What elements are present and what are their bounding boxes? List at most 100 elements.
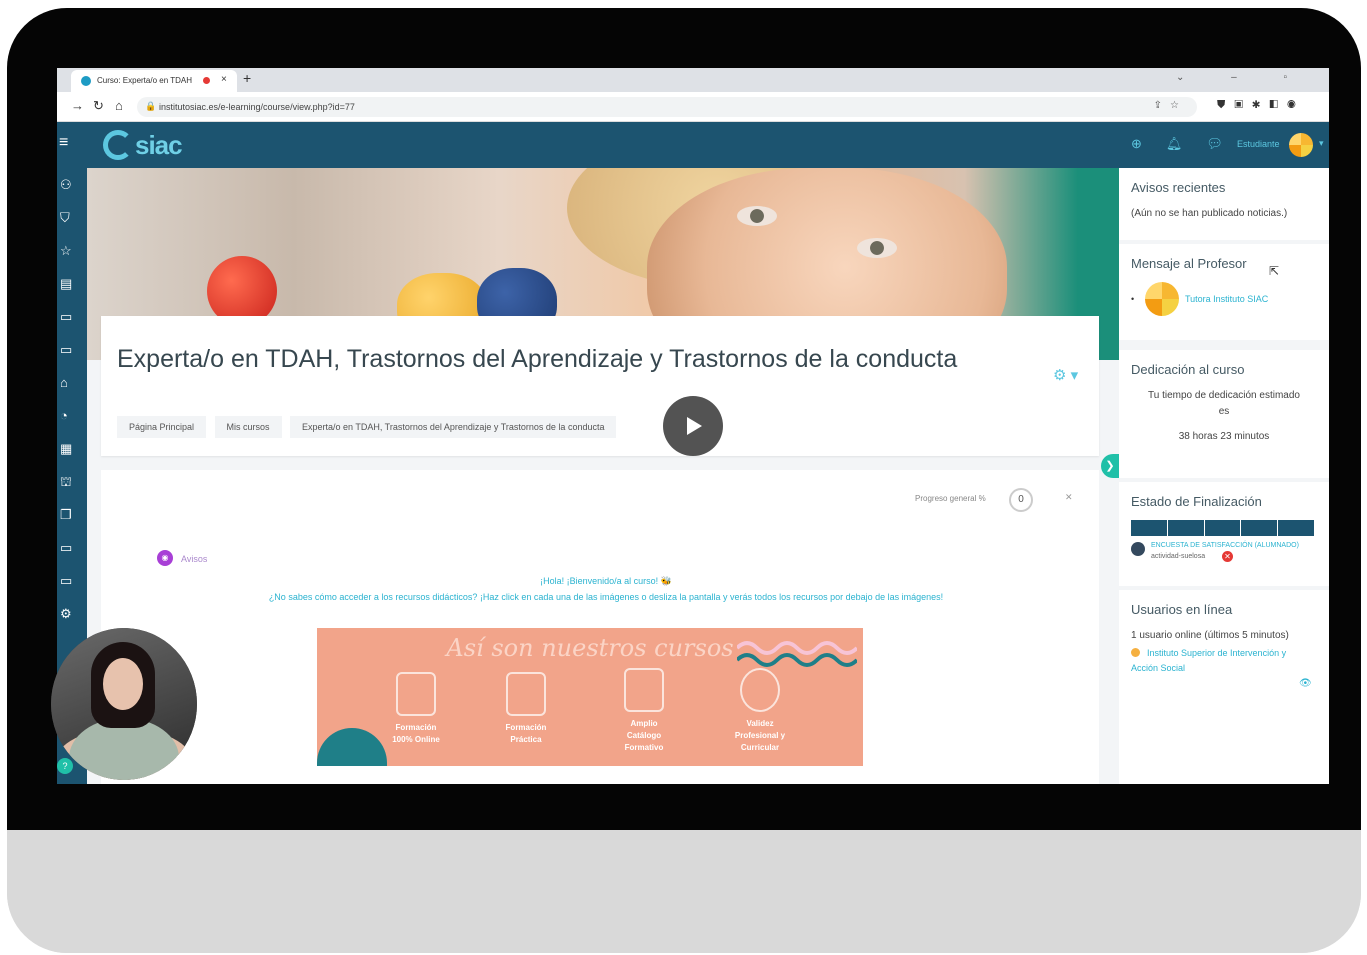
feature-label: Validez Profesional y Curricular xyxy=(734,719,786,752)
navbar-icons[interactable]: ⊕🔔︎💬︎ xyxy=(1131,136,1247,152)
completion-segment xyxy=(1205,520,1242,536)
extensions-icons[interactable]: ⛊▣✱◧◉ xyxy=(1217,99,1305,112)
browser-tab[interactable]: Curso: Experta/o en TDAH × xyxy=(71,70,237,92)
block-message-teacher: Mensaje al Profesor ⇱ • Tutora Instituto… xyxy=(1119,244,1329,340)
feature-online[interactable]: Formación 100% Online xyxy=(361,672,471,746)
browser-tab-strip: Curso: Experta/o en TDAH × + ⌄ – ▫ xyxy=(57,68,1329,92)
survey-icon xyxy=(1131,542,1145,556)
logo-mark-icon xyxy=(103,130,133,160)
list-bullet: • xyxy=(1131,294,1135,304)
catalog-icon xyxy=(624,668,664,712)
dedication-time: 38 horas 23 minutos xyxy=(1178,431,1270,442)
laptop-icon xyxy=(396,672,436,716)
breadcrumb-home[interactable]: Página Principal xyxy=(117,416,207,438)
home-icon[interactable]: ⌂ xyxy=(57,366,87,399)
monitor-frame: Curso: Experta/o en TDAH × + ⌄ – ▫ → ↻ ⌂… xyxy=(7,8,1361,953)
breadcrumb-current-course[interactable]: Experta/o en TDAH, Trastornos del Aprend… xyxy=(289,416,617,438)
favicon-icon xyxy=(81,76,91,86)
completion-caption[interactable]: ENCUESTA DE SATISFACCIÓN (ALUMNADO) xyxy=(1151,542,1299,549)
feature-label: Formación 100% Online xyxy=(392,723,440,744)
address-bar[interactable]: 🔒 institutosiac.es/e-learning/course/vie… xyxy=(137,97,1197,117)
course-features-banner[interactable]: Así son nuestros cursos Formación 100% O… xyxy=(317,628,863,766)
home-icon[interactable]: ⌂ xyxy=(115,98,123,113)
breadcrumb: Página Principal Mis cursos Experta/o en… xyxy=(117,416,620,438)
grades-icon[interactable]: ▤ xyxy=(57,267,87,300)
tab-title: Curso: Experta/o en TDAH xyxy=(97,76,193,85)
completion-segment xyxy=(1278,520,1315,536)
user-avatar[interactable] xyxy=(1289,133,1313,157)
block-text: (Aún no se han publicado noticias.) xyxy=(1131,208,1288,219)
feature-label: Amplio Catálogo Formativo xyxy=(624,719,664,752)
logo-wordmark: siac xyxy=(135,130,183,160)
completion-segment xyxy=(1241,520,1279,536)
graduation-cap-icon[interactable]: ⛫ xyxy=(57,465,87,498)
tutor-avatar[interactable] xyxy=(1145,282,1179,316)
incomplete-x-icon: ✕ xyxy=(1222,551,1233,562)
drawer-toggle-arrow-icon[interactable]: ❯ xyxy=(1101,454,1119,478)
url-text: institutosiac.es/e-learning/course/view.… xyxy=(159,102,355,112)
new-tab-button[interactable]: + xyxy=(243,70,251,86)
feature-validez[interactable]: Validez Profesional y Curricular xyxy=(705,668,815,754)
block-dedication: Dedicación al curso Tu tiempo de dedicac… xyxy=(1119,350,1329,478)
badges-icon[interactable]: ⛉ xyxy=(57,201,87,234)
participants-icon[interactable]: ⚇ xyxy=(57,168,87,201)
folder-icon[interactable]: ▭ xyxy=(57,300,87,333)
dashboard-icon[interactable]: ◔ xyxy=(57,399,87,432)
collapse-icon[interactable]: ✕ xyxy=(1065,492,1073,503)
completion-progress-bar[interactable] xyxy=(1131,520,1315,536)
banner-wave-decoration xyxy=(737,641,857,667)
calendar-icon[interactable]: ▦ xyxy=(57,432,87,465)
monitor-chin xyxy=(7,830,1361,953)
window-controls[interactable]: ⌄ – ▫ xyxy=(1176,72,1309,83)
files-icon[interactable]: ❐ xyxy=(57,498,87,531)
welcome-message: ¡Hola! ¡Bienvenido/a al curso! 🐝 xyxy=(540,576,672,586)
tutor-link[interactable]: Tutora Instituto SIAC xyxy=(1185,294,1268,304)
completion-segment xyxy=(1131,520,1168,536)
block-title: Dedicación al curso xyxy=(1131,362,1245,377)
forum-icon: ◉ xyxy=(157,550,173,566)
play-icon xyxy=(687,417,702,435)
back-arrow-icon[interactable]: → xyxy=(71,98,84,113)
page-title: Experta/o en TDAH, Trastornos del Aprend… xyxy=(117,345,958,373)
block-text: 1 usuario online (últimos 5 minutos) xyxy=(1131,630,1289,641)
hero-eye xyxy=(737,206,777,226)
block-online-users: Usuarios en línea 1 usuario online (últi… xyxy=(1119,590,1329,784)
right-block-column: Avisos recientes (Aún no se han publicad… xyxy=(1119,168,1329,784)
progress-circle: 0 xyxy=(1009,488,1033,512)
lock-icon: 🔒 xyxy=(145,101,157,111)
chevron-down-icon[interactable]: ▾ xyxy=(1319,138,1324,149)
block-title: Estado de Finalización xyxy=(1131,494,1262,509)
star-icon[interactable]: ☆ xyxy=(57,234,87,267)
folder-icon[interactable]: ▭ xyxy=(57,333,87,366)
menu-icon[interactable]: ≡ xyxy=(59,134,68,152)
user-role-label[interactable]: Estudiante xyxy=(1237,139,1280,149)
bookmark-star-icon[interactable]: ⇪☆ xyxy=(1154,100,1187,111)
block-completion-status: Estado de Finalización ENCUESTA DE SATIS… xyxy=(1119,482,1329,586)
close-tab-button[interactable]: × xyxy=(221,74,227,85)
settings-gear-icon[interactable]: ⚙ xyxy=(57,597,87,630)
feature-practica[interactable]: Formación Práctica xyxy=(471,672,581,746)
completion-caption: actividad-suelosa xyxy=(1151,553,1206,560)
online-user-link[interactable]: Instituto Superior de Intervención y Acc… xyxy=(1131,646,1311,676)
reload-icon[interactable]: ↻ xyxy=(93,98,104,114)
folder-icon[interactable]: ▭ xyxy=(57,531,87,564)
mouse-cursor-icon: ⇱ xyxy=(1269,264,1280,278)
course-settings-gear-icon[interactable]: ⚙ ▾ xyxy=(1053,366,1078,384)
avisos-link[interactable]: Avisos xyxy=(181,554,207,564)
completion-segment xyxy=(1168,520,1205,536)
breadcrumb-my-courses[interactable]: Mis cursos xyxy=(214,416,282,438)
webcam-overlay xyxy=(51,628,197,780)
block-title: Mensaje al Profesor xyxy=(1131,256,1247,271)
feature-catalogo[interactable]: Amplio Catálogo Formativo xyxy=(589,668,699,754)
gears-head-icon xyxy=(506,672,546,716)
eye-icon[interactable]: 👁︎ xyxy=(1299,678,1312,689)
site-navbar: ≡ siac ⊕🔔︎💬︎ Estudiante ▾ xyxy=(57,122,1329,168)
block-title: Avisos recientes xyxy=(1131,180,1226,195)
video-play-button[interactable] xyxy=(663,396,723,456)
browser-toolbar: → ↻ ⌂ 🔒 institutosiac.es/e-learning/cour… xyxy=(57,92,1329,122)
feature-label: Formación Práctica xyxy=(505,723,547,744)
recording-icon xyxy=(203,77,210,84)
webcam-person-face xyxy=(103,658,143,710)
folder-icon[interactable]: ▭ xyxy=(57,564,87,597)
instructions-message: ¿No sabes cómo acceder a los recursos di… xyxy=(268,592,944,602)
